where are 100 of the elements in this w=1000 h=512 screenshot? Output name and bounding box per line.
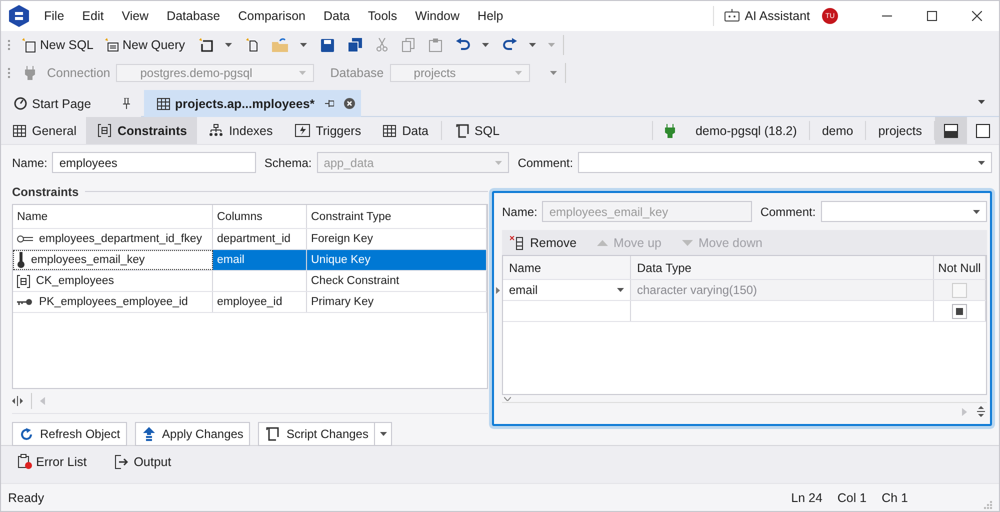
menu-item[interactable]: Tools [358, 9, 406, 23]
column-header[interactable]: Data Type [631, 256, 934, 279]
splitter-icon[interactable] [12, 396, 23, 406]
editor-tab[interactable]: Data [371, 117, 439, 144]
column-header[interactable]: Not Null [934, 256, 986, 279]
layout-button[interactable] [935, 117, 967, 144]
script-icon [456, 124, 469, 138]
menu-item[interactable]: Edit [73, 9, 113, 23]
new-file-icon[interactable] [246, 38, 258, 52]
table-icon [157, 98, 170, 110]
chevron-down-icon[interactable] [504, 396, 511, 400]
caret-icon[interactable] [529, 43, 536, 47]
column-header[interactable]: Name [503, 256, 631, 279]
checkbox[interactable] [952, 282, 967, 298]
table-row[interactable]: PK_employees_employee_id employee_id Primary Key [13, 292, 487, 313]
split-button[interactable]: Script Changes [258, 422, 376, 446]
save-icon[interactable] [321, 38, 334, 52]
editor-tab[interactable]: SQL [444, 117, 510, 144]
menu-item[interactable]: Window [406, 9, 469, 23]
table-cell: Check Constraint [307, 271, 487, 291]
close-icon[interactable] [972, 11, 982, 21]
table-cell: Primary Key [307, 292, 487, 312]
name-field[interactable]: employees [52, 152, 256, 173]
field-label: Comment: [760, 204, 816, 218]
upload-arrow-icon [143, 427, 156, 441]
action-button[interactable]: Refresh Object [12, 422, 128, 446]
plug-icon [665, 124, 676, 138]
status-column: Col 1 [837, 490, 867, 504]
output-arrow-icon [114, 454, 130, 468]
editor-tab[interactable]: Indexes [196, 117, 283, 144]
maximize-icon[interactable] [926, 11, 936, 21]
table-icon [383, 124, 396, 136]
pin-icon[interactable] [324, 98, 334, 109]
caret-icon[interactable] [617, 288, 624, 292]
connection-info[interactable]: demo-pgsql (18.2) [685, 117, 807, 144]
start-page-icon [14, 97, 27, 110]
connection-info[interactable]: demo [812, 117, 864, 144]
status-line: Ln 24 [791, 490, 822, 504]
lightning-panel-icon [294, 124, 310, 137]
grip-icon [8, 40, 11, 50]
dropdown-button[interactable] [375, 422, 392, 446]
save-all-icon[interactable] [348, 38, 362, 52]
column-header[interactable]: Columns [213, 205, 307, 228]
clipboard-error-icon [18, 454, 32, 469]
menu-item[interactable]: Help [468, 9, 512, 23]
bracket-list-icon [98, 124, 112, 137]
panel-tab[interactable]: Output [114, 454, 172, 468]
menu-item[interactable]: File [35, 9, 74, 23]
caret-icon[interactable] [380, 432, 387, 436]
action-button[interactable]: Apply Changes [135, 422, 250, 446]
document-tab[interactable]: projects.ap...mployees* [144, 90, 361, 117]
menu-item[interactable]: Data [314, 9, 359, 23]
new-query-icon[interactable] [104, 38, 118, 52]
pin-icon[interactable] [122, 98, 131, 109]
table-cell: employees_department_id_fkey [13, 229, 213, 249]
open-folder-icon[interactable] [272, 38, 288, 52]
redo-icon[interactable] [503, 38, 518, 52]
toolbar-button[interactable]: New Query [104, 38, 186, 52]
hierarchy-icon [208, 124, 223, 137]
table-icon [13, 124, 26, 136]
table-cell: Unique Key [307, 250, 487, 270]
caret-icon[interactable] [978, 160, 985, 164]
menu-item[interactable]: Comparison [229, 9, 314, 23]
checkbox[interactable] [952, 304, 967, 318]
caret-icon[interactable] [482, 43, 490, 47]
app-logo-icon [9, 5, 29, 27]
thermometer-icon [17, 252, 25, 268]
editor-tab[interactable]: Constraints [86, 117, 197, 144]
menu-item[interactable]: View [112, 9, 158, 23]
connection-label: Connection [47, 66, 110, 80]
editor-tab[interactable]: Triggers [282, 117, 372, 144]
table-cell: department_id [213, 229, 307, 249]
new-sql-icon[interactable] [21, 38, 36, 52]
row-pointer-icon [496, 287, 500, 294]
caret-icon[interactable] [300, 43, 308, 47]
column-header[interactable]: Name [13, 205, 213, 228]
editor-tab[interactable]: General [1, 117, 86, 144]
column-header[interactable]: Constraint Type [307, 205, 487, 228]
field-label: Comment: [518, 156, 574, 170]
undo-icon[interactable] [456, 38, 470, 52]
close-circle-icon[interactable] [344, 98, 355, 109]
plug-icon [25, 66, 35, 80]
splitter-icon[interactable] [977, 406, 985, 417]
toolbar-button[interactable]: New SQL [21, 38, 94, 52]
caret-icon[interactable] [973, 210, 980, 214]
toolbar-button[interactable]: Remove [510, 236, 577, 250]
grip-icon [8, 68, 11, 78]
database-label: Database [330, 66, 384, 80]
caret-icon[interactable] [225, 43, 232, 47]
key-icon [17, 235, 33, 243]
menu-item[interactable]: Database [158, 9, 230, 23]
table-row[interactable]: employees_email_key email Unique Key [13, 250, 487, 271]
ai-assistant-button[interactable]: AI Assistant [724, 9, 810, 23]
table-cell: employee_id [213, 292, 307, 312]
table-row[interactable]: CK_employees Check Constraint [13, 271, 487, 292]
caret-icon[interactable] [978, 100, 985, 104]
connection-info[interactable]: projects [868, 117, 932, 144]
field-label: Name: [12, 156, 48, 170]
panel-tab[interactable]: Error List [18, 454, 87, 469]
new-object-icon[interactable] [199, 38, 214, 52]
